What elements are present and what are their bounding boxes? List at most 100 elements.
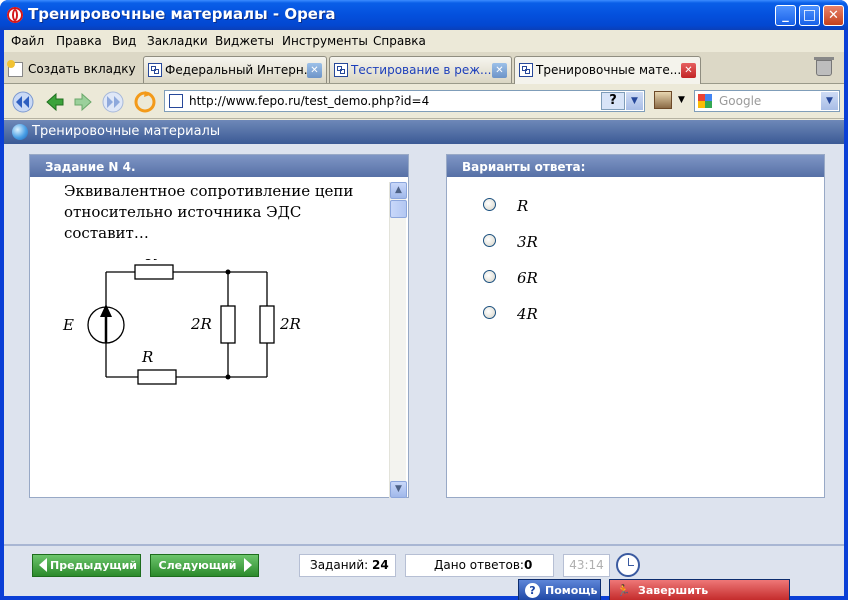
resistor-bottom bbox=[137, 369, 177, 385]
window-title: Тренировочные материалы - Opera bbox=[28, 5, 336, 23]
minimize-button[interactable]: _ bbox=[775, 5, 796, 26]
clock-icon bbox=[616, 553, 640, 577]
tab-label: Федеральный Интерн... bbox=[165, 63, 316, 77]
page-content: Тренировочные материалы Задание N 4. Экв… bbox=[4, 120, 844, 600]
chevron-down-icon: ▼ bbox=[678, 95, 685, 105]
app-title: Тренировочные материалы bbox=[32, 124, 221, 139]
maximize-button[interactable]: □ bbox=[799, 5, 820, 26]
radio-button[interactable] bbox=[483, 306, 496, 319]
menu-view[interactable]: Вид bbox=[112, 34, 136, 48]
label-r-mid: 2R bbox=[190, 315, 212, 333]
help-label: Помощь bbox=[545, 584, 598, 597]
reload-icon[interactable] bbox=[134, 91, 156, 113]
tab-training[interactable]: Тренировочные мате... ✕ bbox=[514, 56, 701, 84]
answered-label: Дано ответов: bbox=[434, 558, 524, 572]
forward-icon[interactable] bbox=[72, 91, 94, 113]
title-bar: Тренировочные материалы - Opera _ □ ✕ bbox=[0, 0, 848, 30]
answered-counter: Дано ответов:0 bbox=[405, 554, 554, 577]
question-header: Задание N 4. bbox=[30, 155, 408, 177]
answered-count: 0 bbox=[523, 558, 533, 572]
search-placeholder: Google bbox=[719, 94, 762, 108]
resistor-top bbox=[134, 264, 174, 280]
resistor-middle bbox=[220, 305, 236, 344]
url-text: http://www.fepo.ru/test_demo.php?id=4 bbox=[189, 94, 430, 108]
tab-close-icon[interactable]: ✕ bbox=[492, 63, 507, 78]
opera-logo-icon bbox=[7, 7, 23, 23]
page-icon bbox=[334, 63, 348, 77]
rewind-icon[interactable] bbox=[12, 91, 34, 113]
scroll-thumb[interactable] bbox=[390, 200, 407, 218]
arrow-right-icon bbox=[244, 558, 252, 572]
next-button[interactable]: Следующий bbox=[150, 554, 259, 577]
page-icon bbox=[148, 63, 162, 77]
trash-icon[interactable] bbox=[814, 57, 834, 76]
menu-widgets[interactable]: Виджеты bbox=[215, 34, 274, 48]
label-r-right: 2R bbox=[279, 315, 301, 333]
new-tab-button[interactable]: Создать вкладку bbox=[6, 56, 136, 83]
menu-file[interactable]: Файл bbox=[11, 34, 44, 48]
wand-icon bbox=[654, 91, 672, 109]
help-button[interactable]: ? Помощь bbox=[518, 579, 601, 600]
resistor-right bbox=[259, 305, 275, 344]
search-dropdown-icon[interactable]: ▼ bbox=[821, 92, 838, 110]
page-icon bbox=[519, 63, 533, 77]
fast-forward-icon[interactable] bbox=[102, 91, 124, 113]
back-icon[interactable] bbox=[44, 91, 66, 113]
answers-header: Варианты ответа: bbox=[447, 155, 824, 177]
vertical-scrollbar[interactable]: ▲ ▼ bbox=[389, 182, 407, 498]
junction-bottom bbox=[225, 374, 231, 380]
prev-label: Предыдущий bbox=[49, 559, 137, 572]
junction-top bbox=[225, 269, 231, 275]
option-label: 4R bbox=[517, 305, 538, 323]
radio-button[interactable] bbox=[483, 234, 496, 247]
footer-bar: Предыдущий Следующий Заданий: 24 Дано от… bbox=[4, 544, 844, 600]
browser-client: Файл Правка Вид Закладки Виджеты Инструм… bbox=[4, 30, 844, 600]
globe-icon bbox=[12, 124, 28, 140]
question-panel: Задание N 4. Эквивалентное сопротивление… bbox=[29, 154, 409, 498]
circuit-diagram: R R E 2R 2R bbox=[62, 259, 301, 385]
tab-bar: Создать вкладку Федеральный Интерн... ✕ … bbox=[4, 52, 844, 84]
radio-button[interactable] bbox=[483, 270, 496, 283]
menu-help[interactable]: Справка bbox=[373, 34, 426, 48]
menu-edit[interactable]: Правка bbox=[56, 34, 102, 48]
answers-panel: Варианты ответа: R 3R 6R 4R bbox=[446, 154, 825, 498]
address-field[interactable]: http://www.fepo.ru/test_demo.php?id=4 ? … bbox=[164, 90, 645, 112]
help-icon: ? bbox=[525, 583, 540, 598]
new-tab-label: Создать вкладку bbox=[28, 62, 136, 76]
menu-bar: Файл Правка Вид Закладки Виджеты Инструм… bbox=[4, 30, 844, 52]
tab-testing[interactable]: Тестирование в реж... ✕ bbox=[329, 56, 512, 83]
close-button[interactable]: ✕ bbox=[823, 5, 844, 26]
wand-button[interactable]: ▼ bbox=[654, 91, 688, 111]
tab-close-icon[interactable]: ✕ bbox=[307, 63, 322, 78]
tasks-label: Заданий: bbox=[310, 558, 369, 572]
browser-window: Тренировочные материалы - Opera _ □ ✕ Фа… bbox=[0, 0, 848, 600]
new-tab-icon bbox=[7, 60, 23, 77]
google-icon bbox=[698, 94, 712, 108]
scroll-up-icon[interactable]: ▲ bbox=[390, 182, 407, 199]
page-icon bbox=[169, 94, 183, 108]
tasks-count: 24 bbox=[372, 558, 389, 572]
scroll-down-icon[interactable]: ▼ bbox=[390, 481, 407, 498]
app-header: Тренировочные материалы bbox=[4, 120, 844, 144]
address-toolbar: http://www.fepo.ru/test_demo.php?id=4 ? … bbox=[4, 85, 844, 119]
finish-label: Завершить тестирование bbox=[638, 584, 709, 597]
next-label: Следующий bbox=[158, 559, 237, 572]
finish-button[interactable]: 🏃 Завершить тестирование bbox=[609, 579, 790, 600]
tab-close-icon[interactable]: ✕ bbox=[681, 63, 696, 78]
radio-button[interactable] bbox=[483, 198, 496, 211]
option-label: R bbox=[517, 197, 529, 215]
address-dropdown-icon[interactable]: ▼ bbox=[626, 92, 643, 110]
tab-label: Тестирование в реж... bbox=[351, 63, 492, 77]
label-r-top: R bbox=[145, 259, 157, 264]
tab-fepo[interactable]: Федеральный Интерн... ✕ bbox=[143, 56, 327, 83]
question-text: Эквивалентное сопротивление цепи относит… bbox=[64, 182, 354, 242]
help-icon[interactable]: ? bbox=[601, 92, 625, 110]
timer-display: 43:14 bbox=[563, 554, 610, 577]
tasks-counter: Заданий: 24 bbox=[299, 554, 396, 577]
tab-label: Тренировочные мате... bbox=[536, 63, 682, 77]
runner-icon: 🏃 bbox=[616, 584, 631, 597]
menu-bookmarks[interactable]: Закладки bbox=[147, 34, 208, 48]
prev-button[interactable]: Предыдущий bbox=[32, 554, 141, 577]
search-field[interactable]: Google ▼ bbox=[694, 90, 840, 112]
menu-tools[interactable]: Инструменты bbox=[282, 34, 368, 48]
